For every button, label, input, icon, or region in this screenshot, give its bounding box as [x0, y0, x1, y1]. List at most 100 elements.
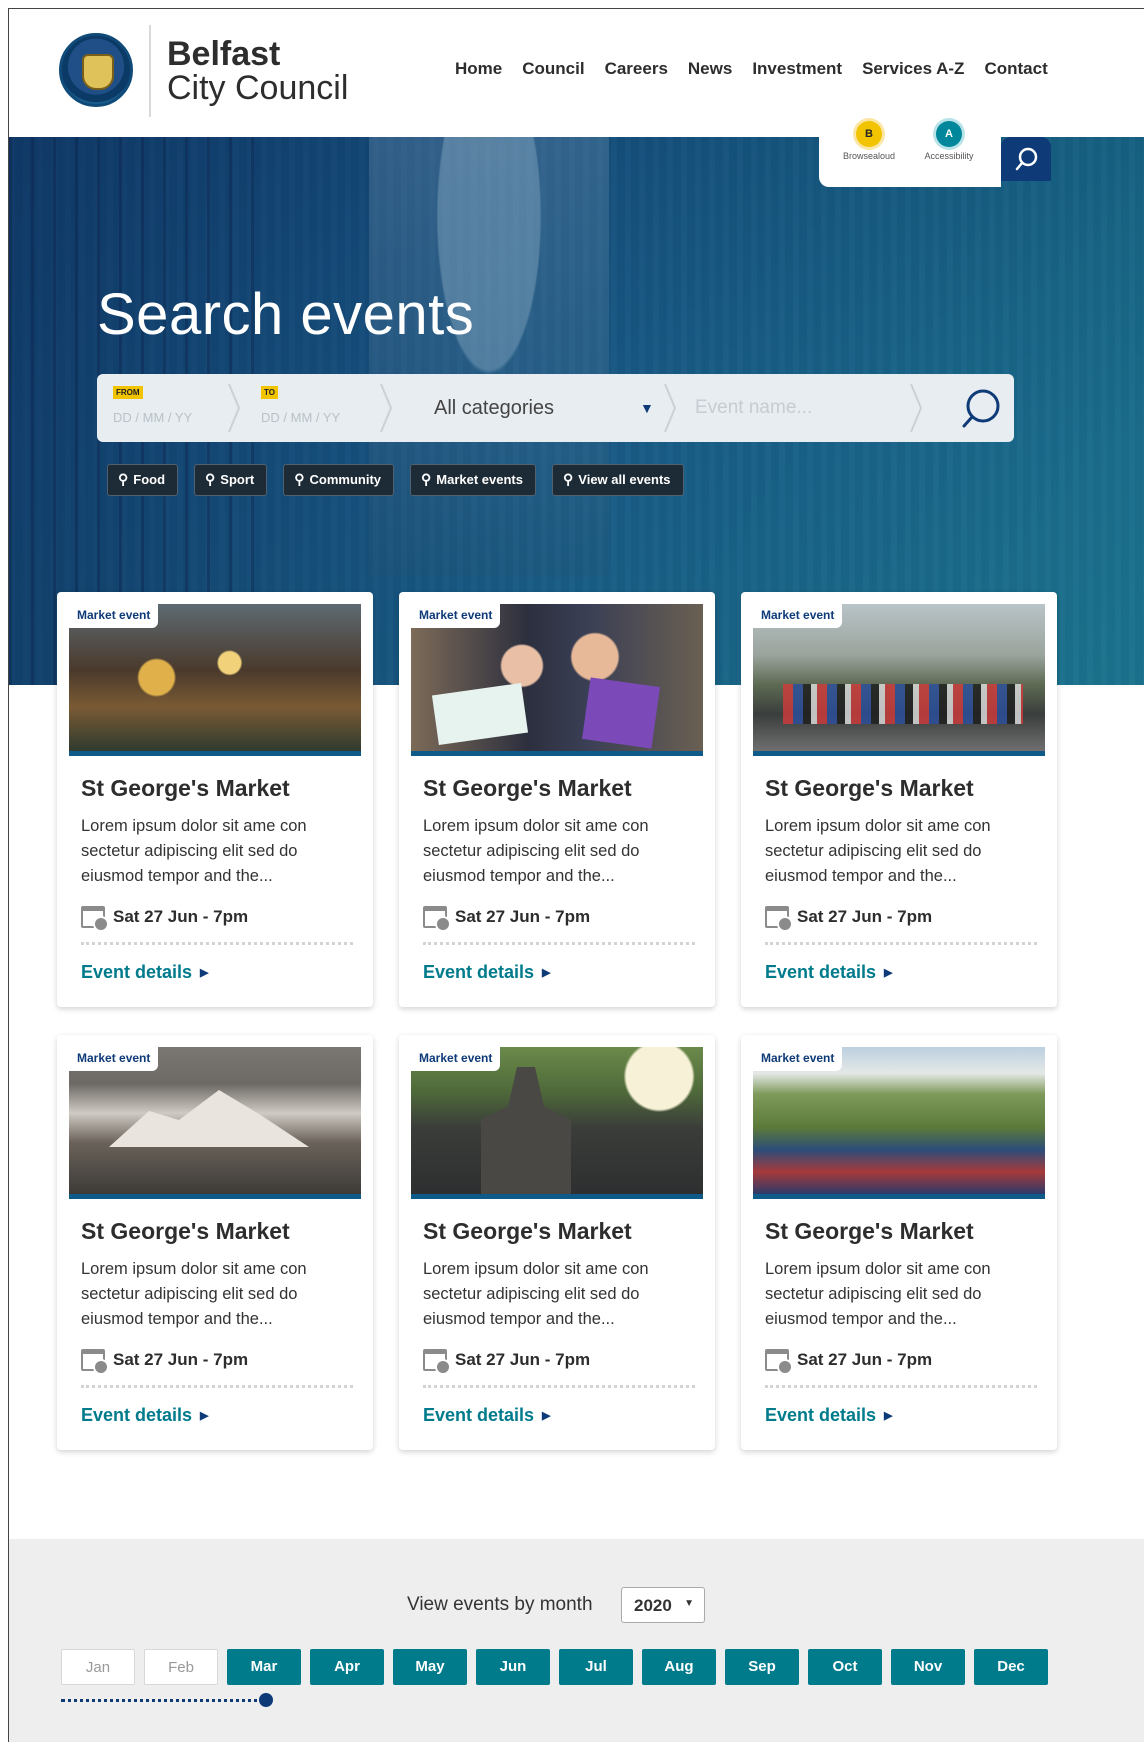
month-progress-track	[61, 1699, 265, 1702]
event-description: Lorem ipsum dolor sit ame con sectetur a…	[765, 817, 991, 885]
search-icon: ⚲	[205, 471, 216, 487]
event-category-tag: Market event	[753, 1047, 843, 1071]
event-date: Sat 27 Jun - 7pm	[765, 906, 932, 932]
browsealoud-button[interactable]: B Browsealoud	[831, 121, 907, 161]
from-label: FROM	[113, 386, 143, 399]
event-title[interactable]: St George's Market	[81, 1218, 290, 1245]
event-card[interactable]: Market event St George's Market Lorem ip…	[741, 1035, 1057, 1450]
calendar-icon	[423, 1349, 451, 1375]
event-date-text: Sat 27 Jun - 7pm	[455, 1350, 591, 1369]
chip-view-all-events[interactable]: ⚲ View all events	[552, 464, 684, 496]
event-description: Lorem ipsum dolor sit ame con sectetur a…	[81, 817, 307, 885]
event-details-link[interactable]: Event details ▶	[423, 1405, 551, 1426]
nav-news[interactable]: News	[688, 59, 732, 79]
calendar-icon	[423, 906, 451, 932]
month-apr[interactable]: Apr	[310, 1649, 384, 1685]
event-name-input[interactable]: Event name...	[695, 397, 812, 419]
month-sep[interactable]: Sep	[725, 1649, 799, 1685]
month-aug[interactable]: Aug	[642, 1649, 716, 1685]
year-value: 2020	[634, 1596, 672, 1615]
page: Belfast City Council Home Council Career…	[8, 8, 1144, 1742]
month-nov[interactable]: Nov	[891, 1649, 965, 1685]
event-date: Sat 27 Jun - 7pm	[81, 1349, 249, 1375]
site-search-button[interactable]	[1001, 137, 1051, 181]
chip-community[interactable]: ⚲ Community	[283, 464, 395, 496]
nav-careers[interactable]: Careers	[605, 59, 668, 79]
year-select[interactable]: 2020 ▼	[621, 1587, 705, 1623]
utility-tab: B Browsealoud A Accessibility	[819, 109, 1001, 187]
event-card[interactable]: Market event St George's Market Lorem ip…	[57, 592, 373, 1007]
nav-investment[interactable]: Investment	[752, 59, 842, 79]
nav-services-a-z[interactable]: Services A-Z	[862, 59, 964, 79]
event-card[interactable]: Market event St George's Market Lorem ip…	[57, 1035, 373, 1450]
quick-filters: ⚲ Food ⚲ Sport ⚲ Community ⚲ Market events ⚲…	[107, 464, 684, 496]
event-title[interactable]: St George's Market	[423, 775, 632, 802]
browsealoud-icon: B	[856, 121, 882, 147]
divider	[423, 942, 695, 945]
accessibility-button[interactable]: A Accessibility	[911, 121, 987, 161]
event-details-link[interactable]: Event details ▶	[81, 962, 209, 983]
nav-contact[interactable]: Contact	[984, 59, 1047, 79]
accessibility-icon: A	[936, 121, 962, 147]
chip-market-events[interactable]: ⚲ Market events	[410, 464, 536, 496]
month-jul[interactable]: Jul	[559, 1649, 633, 1685]
to-date-placeholder: DD / MM / YY	[261, 410, 341, 425]
event-title[interactable]: St George's Market	[765, 1218, 974, 1245]
divider	[765, 1385, 1037, 1388]
event-details-label: Event details	[81, 962, 193, 982]
browsealoud-label: Browsealoud	[842, 151, 896, 161]
event-details-link[interactable]: Event details ▶	[81, 1405, 209, 1426]
month-may[interactable]: May	[393, 1649, 467, 1685]
chip-food[interactable]: ⚲ Food	[107, 464, 179, 496]
event-card[interactable]: Market event St George's Market Lorem ip…	[741, 592, 1057, 1007]
play-arrow-icon: ▶	[542, 967, 551, 979]
chevron-divider-icon	[664, 383, 677, 433]
month-dec[interactable]: Dec	[974, 1649, 1048, 1685]
event-date-text: Sat 27 Jun - 7pm	[797, 1350, 933, 1369]
chip-label: Community	[309, 472, 382, 487]
event-details-link[interactable]: Event details ▶	[765, 1405, 893, 1426]
brand-name[interactable]: Belfast City Council	[167, 37, 348, 105]
month-mar[interactable]: Mar	[227, 1649, 301, 1685]
event-title[interactable]: St George's Market	[81, 775, 290, 802]
month-progress-handle[interactable]	[259, 1693, 273, 1707]
main-nav: Home Council Careers News Investment Ser…	[455, 59, 1048, 79]
search-icon	[1015, 147, 1038, 171]
event-details-link[interactable]: Event details ▶	[423, 962, 551, 983]
chevron-divider-icon	[228, 383, 241, 433]
event-title[interactable]: St George's Market	[765, 775, 974, 802]
divider	[81, 942, 353, 945]
month-oct[interactable]: Oct	[808, 1649, 882, 1685]
caret-down-icon[interactable]: ▼	[640, 400, 654, 416]
chevron-divider-icon	[910, 383, 923, 433]
search-icon: ⚲	[421, 471, 432, 487]
event-date-text: Sat 27 Jun - 7pm	[113, 907, 249, 926]
calendar-icon	[765, 1349, 793, 1375]
from-date-field[interactable]: FROM DD / MM / YY	[97, 374, 237, 442]
to-date-field[interactable]: TO DD / MM / YY	[245, 374, 385, 442]
month-jan[interactable]: Jan	[61, 1649, 135, 1685]
month-jun[interactable]: Jun	[476, 1649, 550, 1685]
nav-home[interactable]: Home	[455, 59, 502, 79]
event-description: Lorem ipsum dolor sit ame con sectetur a…	[423, 817, 649, 885]
caret-down-icon: ▼	[684, 1598, 694, 1609]
event-card[interactable]: Market event St George's Market Lorem ip…	[399, 592, 715, 1007]
event-details-label: Event details	[765, 962, 877, 982]
event-details-link[interactable]: Event details ▶	[765, 962, 893, 983]
nav-council[interactable]: Council	[522, 59, 584, 79]
event-card[interactable]: Market event St George's Market Lorem ip…	[399, 1035, 715, 1450]
logo-divider	[149, 25, 151, 117]
month-feb[interactable]: Feb	[144, 1649, 218, 1685]
category-select[interactable]: All categories	[434, 397, 554, 420]
event-date-text: Sat 27 Jun - 7pm	[113, 1350, 249, 1369]
hero-background-city-hall	[369, 137, 609, 577]
event-title[interactable]: St George's Market	[423, 1218, 632, 1245]
page-title: Search events	[97, 282, 475, 347]
brand-name-line2: City Council	[167, 69, 349, 107]
chip-label: View all events	[578, 472, 671, 487]
play-arrow-icon: ▶	[884, 1410, 893, 1422]
chip-sport[interactable]: ⚲ Sport	[194, 464, 268, 496]
event-category-tag: Market event	[753, 604, 843, 628]
council-crest-logo[interactable]	[59, 33, 133, 107]
events-by-month: View events by month 2020 ▼ Jan Feb Mar Apr…	[9, 1539, 1144, 1742]
